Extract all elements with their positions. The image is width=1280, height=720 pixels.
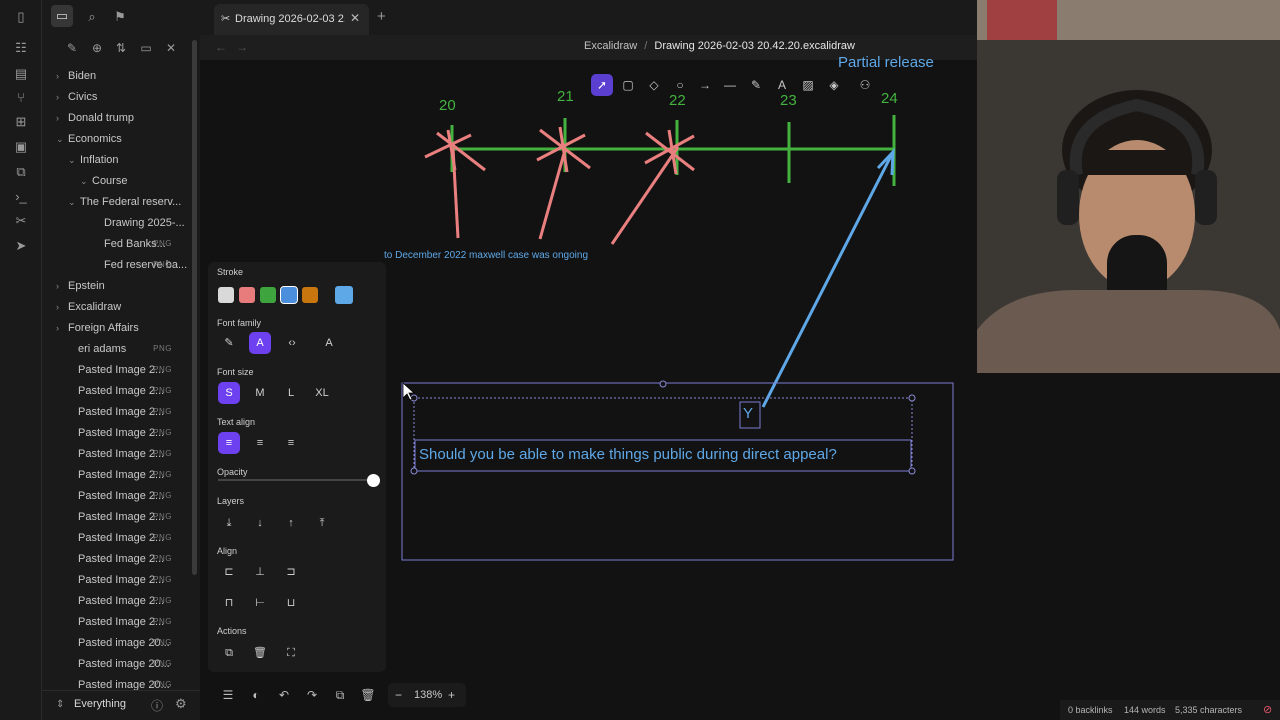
copy-icon[interactable]: ⧉ [330, 683, 350, 707]
zoom-out-button[interactable]: − [395, 688, 402, 702]
opacity-track[interactable] [218, 479, 373, 481]
drawing-toolbar: ➚ ▢ ◇ ○ → — ✎ A ▨ ◈ ⚇ [588, 72, 880, 98]
red-star [644, 129, 695, 175]
word-count: 144 words [1124, 705, 1166, 715]
draw-tool[interactable]: ✎ [745, 74, 767, 96]
red-arrow [538, 149, 567, 240]
font-size-label: Font size [217, 367, 254, 377]
zoom-in-button[interactable]: + [448, 688, 455, 702]
font-size-l[interactable]: L [280, 382, 302, 404]
layers-label: Layers [217, 496, 245, 506]
timeline-label[interactable]: 24 [881, 90, 898, 107]
hand-drawn-font-icon[interactable]: ✎ [218, 332, 240, 354]
question-text[interactable]: Should you be able to make things public… [419, 446, 837, 463]
rotate-handle [659, 380, 667, 388]
properties-panel: Stroke Font family ✎ A ‹› A Font size S … [208, 262, 386, 672]
stroke-color-swatch[interactable] [239, 287, 255, 303]
align-left-edges-icon[interactable]: ⊏ [218, 561, 240, 583]
zoom-control: − 138% + [388, 683, 466, 707]
opacity-label: Opacity [217, 467, 248, 477]
rectangle-tool[interactable]: ▢ [617, 74, 639, 96]
zoom-level[interactable]: 138% [414, 689, 442, 701]
align-bottom-edges-icon[interactable]: ⊔ [280, 592, 302, 614]
diamond-tool[interactable]: ◇ [643, 74, 665, 96]
ellipse-tool[interactable]: ○ [669, 74, 691, 96]
stroke-color-swatch[interactable] [260, 287, 276, 303]
duplicate-icon[interactable]: ⧉ [218, 642, 240, 664]
annotation-text[interactable]: to December 2022 maxwell case was ongoin… [384, 250, 588, 261]
resize-handle [908, 394, 916, 402]
send-to-back-icon[interactable]: ⤓ [218, 512, 240, 534]
align-label: Align [217, 546, 238, 556]
resize-handle [908, 467, 916, 475]
delete-icon[interactable]: 🗑︎ [249, 642, 271, 664]
font-family-label: Font family [217, 318, 262, 328]
trash-icon[interactable]: 🗑︎ [358, 683, 378, 707]
partial-release-text[interactable]: Partial release [838, 54, 934, 71]
webcam-overlay [977, 0, 1280, 373]
bring-forward-icon[interactable]: ↑ [280, 512, 302, 534]
group-icon[interactable]: ⛶ [280, 642, 302, 664]
timeline-label[interactable]: 20 [439, 97, 456, 114]
actions-label: Actions [217, 626, 247, 636]
text-tool[interactable]: A [771, 74, 793, 96]
font-size-s[interactable]: S [218, 382, 240, 404]
blue-arrow [761, 151, 895, 408]
align-left-icon[interactable]: ≡ [218, 432, 240, 454]
selection-tool[interactable]: ➚ [591, 74, 613, 96]
align-center-vertical-icon[interactable]: ⊢ [249, 592, 271, 614]
eraser-tool[interactable]: ◈ [823, 74, 845, 96]
opacity-slider[interactable] [367, 474, 380, 487]
more-tools-icon[interactable]: ⚇ [854, 74, 876, 96]
font-size-xl[interactable]: XL [311, 382, 333, 404]
palette-icon[interactable]: ◐ [246, 683, 266, 707]
menu-icon[interactable]: ☰ [218, 683, 238, 707]
red-arrow [451, 147, 460, 239]
text-align-label: Text align [217, 417, 256, 427]
send-backward-icon[interactable]: ↓ [249, 512, 271, 534]
arrow-tool[interactable]: → [694, 74, 716, 96]
current-stroke-swatch[interactable] [335, 286, 353, 304]
undo-icon[interactable]: ↶ [274, 683, 294, 707]
align-top-edges-icon[interactable]: ⊓ [218, 592, 240, 614]
stroke-label: Stroke [217, 267, 244, 277]
timeline-label[interactable]: 21 [557, 88, 574, 105]
font-size-m[interactable]: M [249, 382, 271, 404]
bring-to-front-icon[interactable]: ⤒ [311, 512, 333, 534]
normal-font-icon[interactable]: A [249, 332, 271, 354]
line-tool[interactable]: — [719, 74, 741, 96]
align-center-icon[interactable]: ≡ [249, 432, 271, 454]
webcam-image [977, 0, 1280, 373]
backlinks-count[interactable]: 0 backlinks [1068, 705, 1113, 715]
sync-status-icon[interactable]: ⊘ [1263, 703, 1272, 716]
stroke-color-swatch[interactable] [280, 286, 298, 304]
align-right-icon[interactable]: ≡ [280, 432, 302, 454]
image-tool[interactable]: ▨ [797, 74, 819, 96]
redo-icon[interactable]: ↷ [302, 683, 322, 707]
align-right-edges-icon[interactable]: ⊐ [280, 561, 302, 583]
code-font-icon[interactable]: ‹› [281, 332, 303, 354]
y-text[interactable]: Y [743, 405, 753, 422]
font-picker-icon[interactable]: A [318, 332, 340, 354]
align-center-horizontal-icon[interactable]: ⊥ [249, 561, 271, 583]
character-count: 5,335 characters [1175, 705, 1243, 715]
stroke-color-swatch[interactable] [218, 287, 234, 303]
stroke-color-swatch[interactable] [302, 287, 318, 303]
resize-handle [410, 467, 418, 475]
status-bar: 0 backlinks 144 words 5,335 characters ⊘ [1060, 700, 1280, 720]
